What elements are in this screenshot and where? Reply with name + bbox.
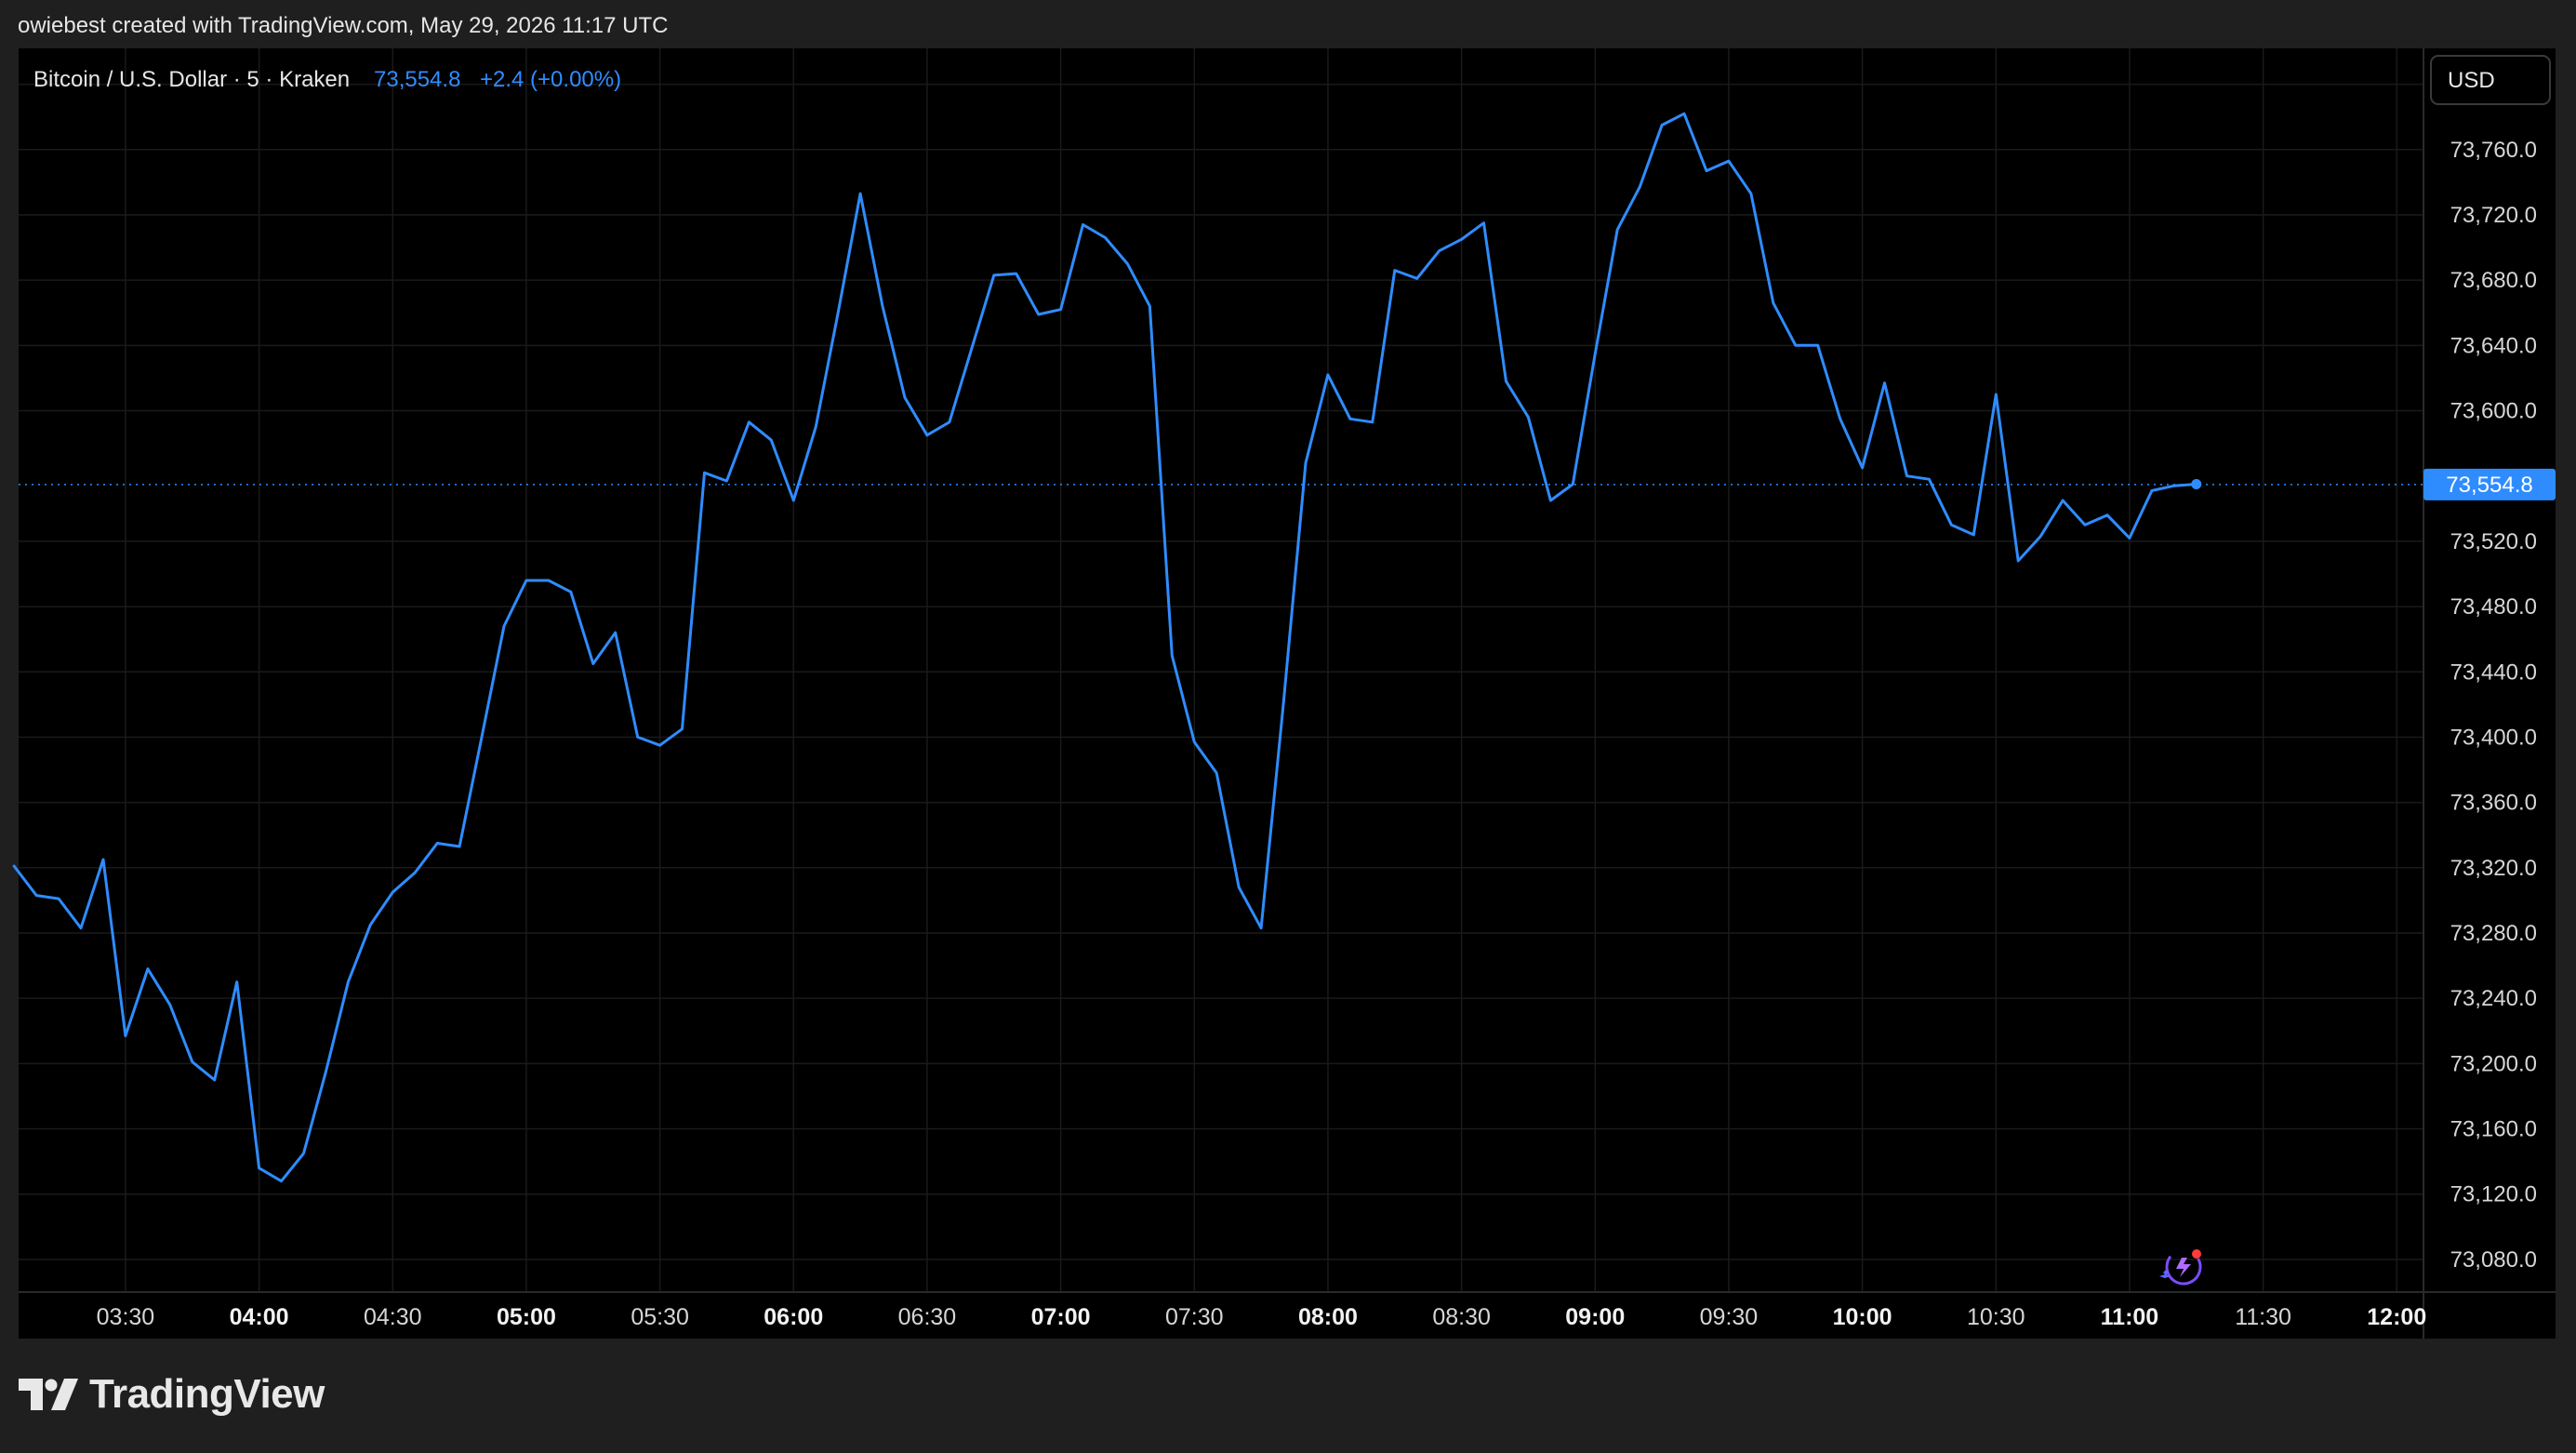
price-tick-label: 73,480.0 <box>2450 594 2537 620</box>
plot-area[interactable] <box>19 48 2423 1292</box>
time-tick-label: 12:00 <box>2367 1304 2426 1330</box>
price-tick-label: 73,680.0 <box>2450 268 2537 293</box>
time-tick-label: 10:30 <box>1967 1304 2025 1330</box>
price-chart[interactable]: 73,080.0 73,120.0 73,160.0 73,200.0 73,240.0… <box>0 0 2576 1453</box>
price-tick-label: 73,520.0 <box>2450 529 2537 554</box>
last-price-tag: 73,554.8 <box>2423 468 2556 500</box>
chart-window: owiebest created with TradingView.com, M… <box>0 0 2576 1453</box>
time-tick-label: 09:00 <box>1565 1304 1625 1330</box>
price-tick-label: 73,160.0 <box>2450 1117 2537 1142</box>
price-tick-label: 73,080.0 <box>2450 1247 2537 1273</box>
last-price-tag-label: 73,554.8 <box>2446 473 2532 498</box>
time-tick-label: 08:30 <box>1432 1304 1491 1330</box>
price-tick-label: 73,440.0 <box>2450 660 2537 685</box>
last-price-marker <box>2191 478 2202 489</box>
price-tick-label: 73,720.0 <box>2450 203 2537 228</box>
time-tick-label: 07:30 <box>1165 1304 1224 1330</box>
symbol-title[interactable]: Bitcoin / U.S. Dollar · 5 · Kraken <box>33 67 350 92</box>
time-tick-label: 11:30 <box>2235 1304 2291 1330</box>
price-tick-label: 73,240.0 <box>2450 986 2537 1011</box>
price-tick-label: 73,360.0 <box>2450 791 2537 816</box>
time-tick-label: 06:00 <box>764 1304 823 1330</box>
time-tick-label: 06:30 <box>898 1304 957 1330</box>
scale-corner <box>2423 1292 2556 1339</box>
price-tick-label: 73,400.0 <box>2450 725 2537 750</box>
last-value: 73,554.8 <box>374 67 460 92</box>
time-tick-label: 04:00 <box>230 1304 289 1330</box>
price-tick-label: 73,600.0 <box>2450 399 2537 424</box>
tradingview-logo-icon <box>19 1379 78 1410</box>
price-tick-label: 73,760.0 <box>2450 138 2537 163</box>
price-tick-label: 73,280.0 <box>2450 921 2537 946</box>
time-tick-label: 05:00 <box>497 1304 556 1330</box>
price-change: +2.4 (+0.00%) <box>480 67 621 92</box>
price-tick-label: 73,200.0 <box>2450 1051 2537 1076</box>
time-tick-label: 08:00 <box>1298 1304 1358 1330</box>
price-tick-label: 73,640.0 <box>2450 333 2537 358</box>
time-tick-label: 11:00 <box>2101 1304 2159 1330</box>
time-tick-label: 04:30 <box>364 1304 422 1330</box>
currency-button[interactable]: USD <box>2430 55 2551 105</box>
time-tick-label: 07:00 <box>1031 1304 1091 1330</box>
brand-name: TradingView <box>89 1371 325 1417</box>
time-tick-label: 09:30 <box>1700 1304 1759 1330</box>
price-tick-label: 73,120.0 <box>2450 1182 2537 1207</box>
time-tick-label: 10:00 <box>1833 1304 1892 1330</box>
time-tick-label: 05:30 <box>631 1304 689 1330</box>
currency-label: USD <box>2448 68 2495 93</box>
time-tick-label: 03:30 <box>97 1304 155 1330</box>
brand-footer[interactable]: TradingView <box>19 1371 325 1418</box>
price-tick-label: 73,320.0 <box>2450 856 2537 881</box>
